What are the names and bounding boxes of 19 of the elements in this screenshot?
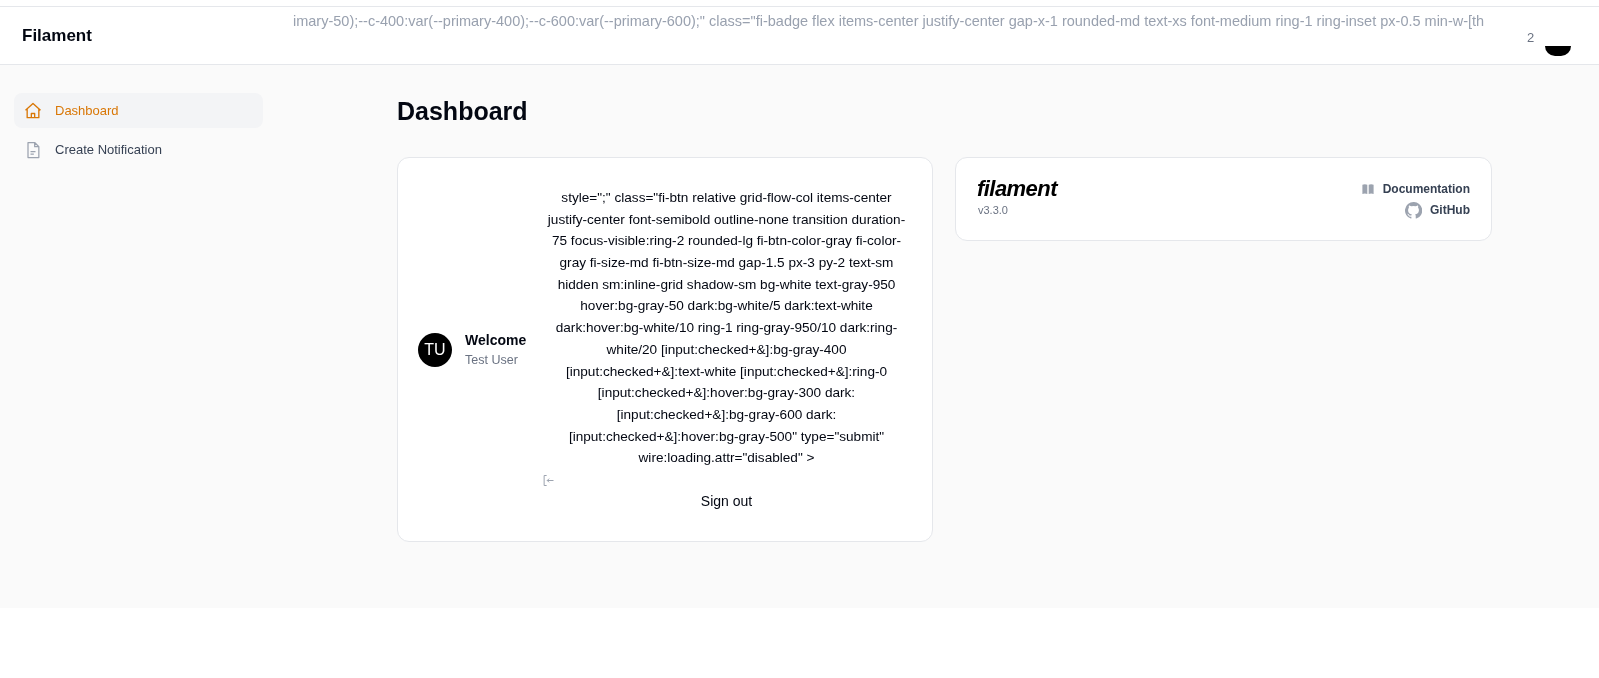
home-icon (23, 100, 43, 121)
footer-link[interactable]: Documentation (1360, 180, 1470, 198)
github-icon (1405, 201, 1422, 219)
filament-logo: filament (977, 178, 1057, 200)
user-avatar[interactable] (1545, 46, 1571, 56)
sign-out-button[interactable]: Sign out (700, 491, 753, 513)
version-text: v3.3.0 (978, 203, 1009, 218)
user-name: Test User (465, 351, 519, 369)
notification-count: 2 (1527, 29, 1535, 47)
welcome-title: Welcome (465, 330, 528, 350)
footer-link[interactable]: GitHub (1405, 201, 1470, 219)
sidebar-item[interactable]: Create Notification (14, 132, 263, 167)
stray-markup-text: style=";" class="fi-btn relative grid-flow-col items-center justify-center font-semibold outline-none transition duration-75 focus-visible:ring-2 rounded-lg fi-btn-color-gray fi-color-gray fi-size-md fi-btn-size-md gap-1.5 px-3 py-2 text-sm hidden sm:inline-grid shadow-sm bg-white text-gray-950 hover:bg-gray-50 dark:bg-white/5 dark:text-white dark:hover:bg-white/10 ring-1 ring-gray-950/10 dark:ring-white/20 [input:checked+&]:bg-gray-400 [input:checked+&]:text-white [input:checked+&]:ring-0 [input:checked+&]:hover:bg-gray-300 dark:[input:checked+&]:bg-gray-600 dark:[input:checked+&]:hover:bg-gray-500" type="submit" wire:loading.attr="disabled" > (546, 188, 907, 468)
page-heading: Dashboard (397, 96, 529, 127)
logout-icon (541, 473, 556, 489)
book-icon (1360, 182, 1375, 196)
brand-name[interactable]: Filament (22, 22, 272, 49)
stray-markup-text: imary-50);--c-400:var(--primary-400);--c-600:var(--primary-600);" class="fi-badge flex items-center justify-center gap-x-1 rounded-md text-xs font-medium ring-1 ring-inset px-0.5 min-w-[th (293, 13, 1485, 29)
user-avatar: TU (418, 332, 452, 367)
